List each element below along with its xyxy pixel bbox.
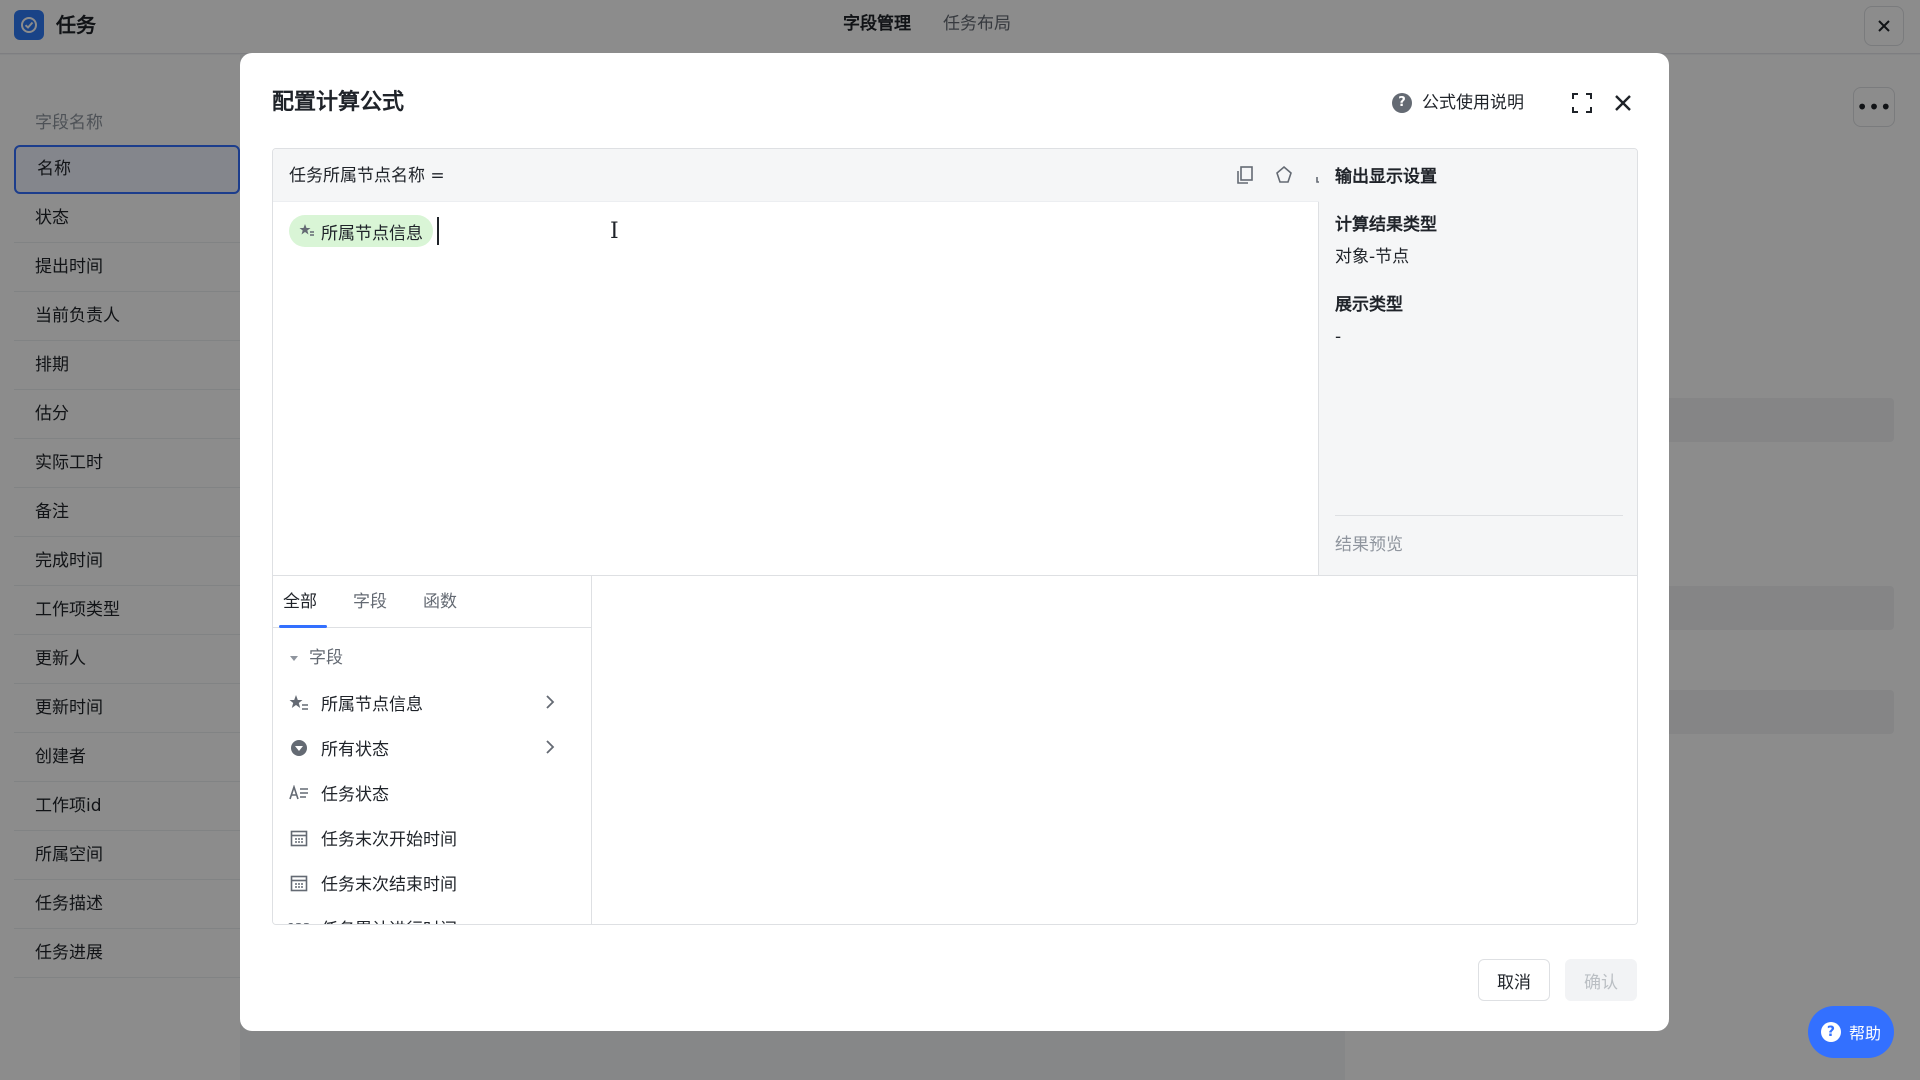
- result-preview-label: 结果预览: [1335, 535, 1403, 555]
- tab-all[interactable]: 全部: [283, 588, 317, 616]
- result-type-value: 对象-节点: [1335, 247, 1410, 267]
- result-type-label: 计算结果类型: [1335, 215, 1437, 235]
- display-type-value: -: [1335, 327, 1342, 347]
- tab-fields[interactable]: 字段: [353, 588, 387, 616]
- group-fields-toggle[interactable]: 字段: [289, 644, 343, 672]
- group-title-label: 字段: [309, 648, 343, 668]
- formula-token-label: 所属节点信息: [321, 223, 423, 244]
- close-icon[interactable]: [1610, 90, 1636, 116]
- active-tab-indicator: [279, 625, 327, 628]
- help-label: 帮助: [1848, 1024, 1881, 1043]
- picker-item-label: 所有状态: [321, 740, 389, 760]
- display-type-label: 展示类型: [1335, 295, 1403, 315]
- picker-item[interactable]: 任务末次结束时间: [273, 860, 592, 905]
- text-caret: [437, 217, 439, 245]
- formula-content: 所属节点信息: [289, 215, 439, 247]
- node-star-icon: [289, 693, 309, 713]
- beautify-icon[interactable]: [1273, 164, 1295, 186]
- field-function-picker: 全部 字段 函数 字段 所属节点信息 所有状态 任务状态 任务末次开始时间 任务…: [273, 576, 592, 924]
- formula-config-modal: 配置计算公式 ? 公式使用说明 任务所属节点名称 = 所属节点信息 I 输出显示…: [240, 53, 1669, 1031]
- formula-help-link[interactable]: ? 公式使用说明: [1392, 89, 1524, 117]
- text-cursor-icon: I: [610, 219, 619, 244]
- picker-item-label: 任务累计进行时间: [321, 915, 457, 924]
- picker-item-label: 任务状态: [321, 785, 389, 805]
- picker-item[interactable]: 所属节点信息: [273, 680, 592, 725]
- picker-item-label: 所属节点信息: [321, 695, 423, 715]
- help-button[interactable]: ? 帮助: [1808, 1006, 1894, 1058]
- picker-item[interactable]: 任务末次开始时间: [273, 815, 592, 860]
- node-star-icon: [299, 224, 314, 236]
- formula-help-label: 公式使用说明: [1422, 93, 1524, 113]
- question-circle-icon: ?: [1392, 93, 1412, 113]
- formula-header: 任务所属节点名称 =: [273, 149, 1332, 202]
- formula-input-area[interactable]: 任务所属节点名称 = 所属节点信息 I: [273, 149, 1332, 576]
- calendar-icon: [289, 873, 309, 893]
- divider: [1335, 515, 1623, 516]
- chevron-right-icon: [546, 695, 555, 709]
- copy-icon[interactable]: [1234, 164, 1256, 186]
- picker-list: 所属节点信息 所有状态 任务状态 任务末次开始时间 任务末次结束时间: [273, 680, 592, 924]
- formula-editor: 任务所属节点名称 = 所属节点信息 I 输出显示设置 计算结果类型 对象-节点 …: [272, 148, 1638, 925]
- tab-functions[interactable]: 函数: [423, 588, 457, 616]
- picker-item-label: 任务末次结束时间: [321, 875, 457, 895]
- picker-item[interactable]: 任务状态: [273, 770, 592, 815]
- picker-item[interactable]: 所有状态: [273, 725, 592, 770]
- output-settings-title: 输出显示设置: [1335, 167, 1437, 187]
- formula-token[interactable]: 所属节点信息: [289, 215, 433, 247]
- text-field-icon: [289, 783, 309, 803]
- fullscreen-icon[interactable]: [1569, 90, 1595, 116]
- picker-item[interactable]: 123 任务累计进行时间: [273, 905, 592, 924]
- picker-tabs: 全部 字段 函数: [273, 576, 592, 628]
- help-icon: ?: [1820, 1022, 1841, 1042]
- chevron-right-icon: [546, 740, 555, 754]
- formula-label: 任务所属节点名称 =: [289, 166, 445, 186]
- calendar-icon: [289, 828, 309, 848]
- picker-detail-pane: [592, 576, 1637, 924]
- confirm-button[interactable]: 确认: [1565, 959, 1637, 1001]
- caret-down-icon: [290, 656, 298, 661]
- status-dropdown-icon: [289, 738, 309, 758]
- number-icon: 123: [288, 918, 311, 924]
- cancel-button[interactable]: 取消: [1478, 959, 1550, 1001]
- output-settings-panel: 输出显示设置 计算结果类型 对象-节点 展示类型 - 结果预览: [1319, 149, 1637, 576]
- picker-item-label: 任务末次开始时间: [321, 830, 457, 850]
- modal-title: 配置计算公式: [272, 90, 405, 115]
